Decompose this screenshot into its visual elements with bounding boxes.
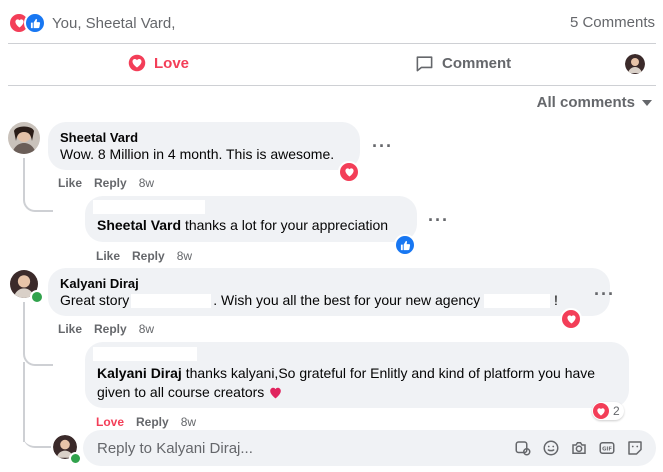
reaction-count-badge[interactable]: 2 (592, 402, 624, 420)
comment-text-start: Great story (60, 292, 130, 308)
reply-input-box[interactable]: GIF (83, 430, 656, 466)
timestamp[interactable]: 8w (181, 415, 196, 429)
redaction (93, 347, 197, 361)
comment-author[interactable]: Sheetal Vard (60, 130, 348, 145)
reply-input[interactable] (95, 438, 514, 458)
reply-link[interactable]: Reply (132, 249, 165, 263)
reply-text: thanks a lot for your appreciation (184, 217, 389, 233)
reply-author[interactable]: Sheetal Vard (97, 217, 181, 233)
emoji-icon[interactable] (542, 439, 560, 457)
like-link[interactable]: Like (96, 249, 120, 263)
comment-text-middle: . Wish you all the best for your new age… (213, 292, 481, 308)
comment-button[interactable]: Comment (415, 54, 511, 73)
reply-content: Kalyani Diraj thanks kalyani,So grateful… (97, 364, 617, 402)
redaction (484, 294, 551, 309)
camera-icon[interactable] (570, 439, 588, 457)
more-options-icon[interactable]: ··· (372, 136, 393, 157)
timestamp[interactable]: 8w (139, 322, 154, 336)
redaction (93, 200, 205, 214)
filter-label: All comments (536, 94, 635, 111)
timestamp[interactable]: 8w (139, 176, 154, 190)
caret-down-icon (642, 99, 652, 106)
divider (8, 43, 656, 44)
reaction-count: 2 (613, 404, 620, 418)
love-button[interactable]: Love (128, 54, 189, 72)
online-status-dot (69, 452, 82, 465)
avatar-sticker-icon[interactable] (514, 439, 532, 457)
comment-text: Wow. 8 Million in 4 month. This is aweso… (60, 146, 335, 162)
avatar[interactable] (8, 122, 40, 154)
like-link[interactable]: Like (58, 176, 82, 190)
reply-link[interactable]: Reply (136, 415, 169, 429)
heart-icon (128, 54, 146, 72)
reply-link[interactable]: Reply (94, 322, 127, 336)
reactions-summary[interactable]: You, Sheetal Vard, (8, 12, 175, 34)
comment-icon (416, 56, 433, 72)
heart-icon[interactable] (338, 161, 360, 183)
reply-actions: Like Reply 8w (96, 249, 192, 263)
like-icon[interactable] (394, 234, 416, 256)
reply-link[interactable]: Reply (94, 176, 127, 190)
reply-author[interactable]: Kalyani Diraj (97, 365, 182, 381)
divider (8, 85, 656, 86)
redaction (131, 294, 212, 309)
love-link[interactable]: Love (96, 415, 124, 429)
like-link[interactable]: Like (58, 322, 82, 336)
thread-line (23, 302, 53, 366)
red-heart-icon (270, 387, 282, 399)
comment-author[interactable]: Kalyani Diraj (60, 276, 598, 291)
reply-actions: Love Reply 8w (96, 415, 196, 429)
avatar (625, 54, 645, 74)
comments-count[interactable]: 5 Comments (570, 14, 655, 31)
comment-bubble: Sheetal Vard Wow. 8 Million in 4 month. … (48, 122, 360, 170)
love-label: Love (154, 54, 190, 72)
comment-actions: Like Reply 8w (58, 176, 154, 190)
heart-icon[interactable] (560, 308, 582, 330)
comment-bubble: Kalyani Diraj Great story . Wish you all … (48, 268, 610, 316)
like-reaction-icon (24, 12, 46, 34)
comment-actions: Like Reply 8w (58, 322, 154, 336)
sticker-icon[interactable] (626, 439, 644, 457)
heart-icon (593, 403, 609, 419)
thread-line (23, 158, 53, 212)
all-comments-filter[interactable]: All comments (537, 94, 653, 111)
profile-avatar-button[interactable] (625, 54, 645, 74)
reactors-text[interactable]: You, Sheetal Vard, (52, 15, 175, 32)
thread-line (23, 416, 51, 448)
more-options-icon[interactable]: ··· (594, 284, 615, 305)
gif-icon[interactable]: GIF (598, 439, 616, 457)
svg-text:GIF: GIF (602, 447, 612, 453)
timestamp[interactable]: 8w (177, 249, 192, 263)
comment-text-end: ! (553, 292, 558, 308)
more-options-icon[interactable]: ··· (428, 210, 449, 231)
comment-label: Comment (442, 55, 512, 72)
comment-text: Great story . Wish you all the best for y… (60, 291, 598, 310)
